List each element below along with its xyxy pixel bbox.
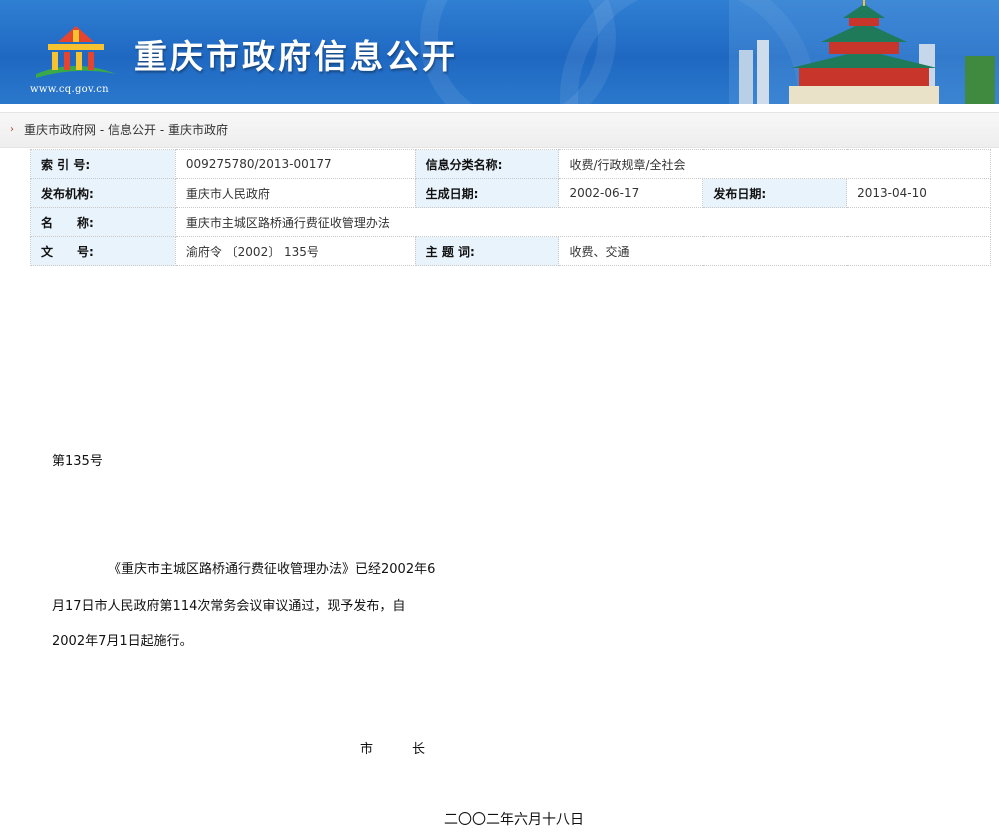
document-date: 二〇〇二年六月十八日 bbox=[444, 812, 584, 828]
body-paragraph-line: 《重庆市主城区路桥通行费征收管理办法》已经2002年6 bbox=[108, 562, 436, 577]
document-body: 第135号 《重庆市主城区路桥通行费征收管理办法》已经2002年6 月17日市人… bbox=[0, 0, 999, 835]
order-number: 第135号 bbox=[52, 454, 103, 469]
body-paragraph-line: 月17日市人民政府第114次常务会议审议通过，现予发布，自 bbox=[52, 599, 406, 614]
body-paragraph-line: 2002年7月1日起施行。 bbox=[52, 634, 193, 649]
signer-title: 市 长 bbox=[360, 742, 426, 757]
